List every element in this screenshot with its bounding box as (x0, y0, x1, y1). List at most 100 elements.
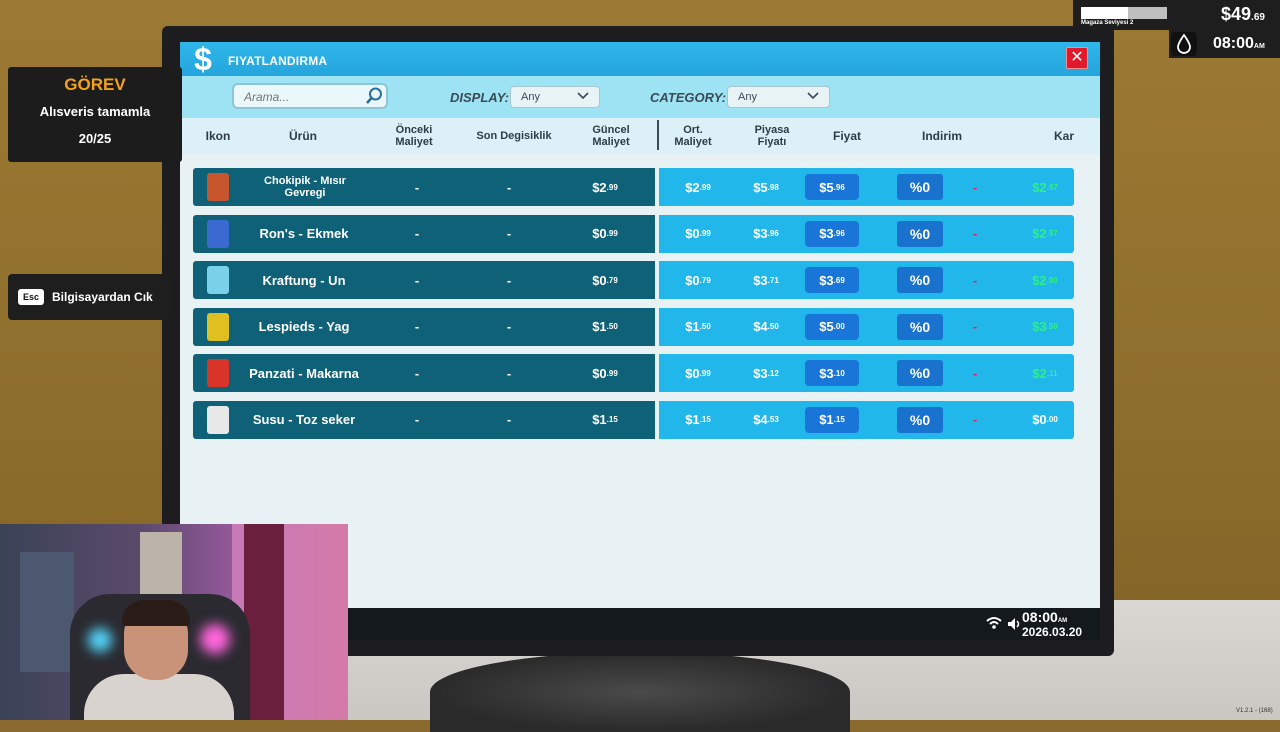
discount-amount: - (972, 226, 978, 241)
average-cost: $1.15 (673, 401, 723, 439)
taskbar-time-value: 08:00 (1022, 609, 1058, 625)
search-icon[interactable] (364, 86, 384, 106)
previous-cost: - (414, 272, 420, 288)
close-button[interactable]: ✕ (1066, 47, 1088, 69)
profit-cents: .11 (1046, 368, 1058, 378)
price-input[interactable]: $3.69 (805, 267, 859, 293)
discount-value: %0 (909, 365, 931, 381)
discount-button[interactable]: %0 (897, 360, 943, 386)
current-cost: $2.99 (577, 168, 633, 206)
chevron-down-icon (577, 92, 589, 100)
market-price-cents: .98 (767, 182, 779, 192)
price-input[interactable]: $3.96 (805, 220, 859, 247)
average-cost-dollars: $0 (685, 226, 700, 241)
discount-button[interactable]: %0 (897, 174, 943, 200)
price-input[interactable]: $1.15 (805, 406, 859, 433)
row-right-panel: $0.99 $3.96 $3.96 %0 - $2.97 (659, 214, 1074, 253)
current-cost: $0.79 (577, 261, 633, 299)
discount-button[interactable]: %0 (897, 267, 943, 293)
col-onceki-maliyet: Önceki Maliyet (380, 118, 448, 154)
table-row[interactable]: Kraftung - Un - - $0.79 $0.79 $3.71 $3.6… (193, 261, 1074, 299)
webcam-poster (140, 532, 182, 602)
table-row[interactable]: Lespieds - Yag - - $1.50 $1.50 $4.50 $5.… (193, 307, 1074, 346)
table-row[interactable]: Susu - Toz seker - - $1.15 $1.15 $4.53 $… (193, 400, 1074, 439)
col-guncel-line2: Maliyet (592, 136, 630, 148)
price-input[interactable]: $3.10 (805, 360, 859, 386)
price-cents: .69 (833, 275, 845, 285)
discount-amount: - (972, 272, 978, 288)
webcam-light-blue (88, 628, 112, 652)
price-dollars: $3 (819, 272, 834, 288)
market-price-dollars: $4 (753, 412, 768, 427)
exit-computer-button[interactable]: Esc Bilgisayardan Cık (8, 274, 174, 320)
esc-key-icon: Esc (18, 289, 44, 305)
search-box[interactable] (232, 83, 388, 109)
profit-dollars: $2 (1032, 179, 1047, 195)
product-name: Kraftung - Un (262, 272, 346, 288)
product-package-icon (207, 405, 229, 434)
discount-button[interactable]: %0 (897, 220, 943, 247)
store-status-panel: Magaza Seviyesi 2 $49.69 (1073, 0, 1280, 30)
row-right-panel: $1.50 $4.50 $5.00 %0 - $3.50 (659, 307, 1074, 346)
average-cost-cents: .15 (699, 415, 711, 424)
discount-button[interactable]: %0 (897, 406, 943, 433)
price-input[interactable]: $5.96 (805, 174, 859, 200)
current-cost-dollars: $0 (592, 365, 607, 381)
price-input[interactable]: $5.00 (805, 313, 859, 340)
product-package-icon (207, 359, 229, 387)
discount-value: %0 (909, 225, 931, 242)
table-row[interactable]: Panzati - Makarna - - $0.99 $0.99 $3.12 … (193, 354, 1074, 392)
col-ikon: Ikon (205, 129, 231, 143)
market-price-cents: .12 (767, 368, 779, 378)
current-cost-cents: .99 (606, 182, 618, 192)
discount-value: %0 (909, 318, 931, 335)
product-name: Panzati - Makarna (249, 365, 359, 381)
water-drop-icon (1171, 32, 1197, 56)
market-price: $3.96 (739, 215, 793, 253)
category-select[interactable]: Any (727, 86, 830, 108)
average-cost-dollars: $0 (685, 365, 700, 381)
previous-cost: - (414, 226, 420, 241)
dollar-icon: $ (194, 42, 212, 77)
game-clock-time: 08:00AM (1213, 35, 1265, 53)
table-row[interactable]: Ron's - Ekmek - - $0.99 $0.99 $3.96 $3.9… (193, 214, 1074, 253)
profit-dollars: $0 (1032, 412, 1047, 427)
discount-value: %0 (909, 272, 931, 288)
money-cents: .69 (1251, 12, 1265, 23)
volume-icon[interactable] (1006, 616, 1022, 632)
col-onceki-line2: Maliyet (395, 136, 433, 148)
product-name: Chokipik - Mısır Gevregi (255, 168, 355, 206)
col-son-degisiklik: Son Degisiklik (476, 130, 552, 142)
row-left-panel: Ron's - Ekmek - - $0.99 (193, 214, 655, 253)
price-value: $1.15 (805, 407, 859, 433)
money-display: $49.69 (1221, 4, 1265, 25)
taskbar-time-suffix: AM (1057, 618, 1068, 624)
price-cents: .96 (833, 229, 845, 238)
category-value: Any (738, 91, 757, 103)
window-title: FIYATLANDIRMA (228, 54, 328, 68)
version-label: V1.2.1 - (168) (1236, 708, 1273, 714)
col-urun: Ürün (289, 129, 317, 143)
wifi-icon[interactable] (986, 616, 1002, 630)
price-dollars: $3 (819, 226, 834, 241)
average-cost: $0.99 (673, 354, 723, 392)
display-label: DISPLAY: (450, 90, 509, 105)
title-bar: $ FIYATLANDIRMA ✕ (180, 42, 1100, 76)
market-price-dollars: $3 (753, 365, 768, 381)
current-cost-dollars: $1 (592, 319, 607, 334)
row-left-panel: Susu - Toz seker - - $1.15 (193, 400, 655, 439)
profit-dollars: $2 (1032, 226, 1047, 241)
previous-cost: - (414, 412, 420, 427)
last-change: - (506, 365, 512, 381)
row-left-panel: Panzati - Makarna - - $0.99 (193, 354, 655, 392)
profit: $2.11 (1019, 354, 1071, 392)
previous-cost: - (414, 179, 420, 195)
average-cost-dollars: $1 (685, 319, 700, 334)
table-row[interactable]: Chokipik - Mısır Gevregi - - $2.99 $2.99 … (193, 168, 1074, 206)
col-onceki-line1: Önceki (395, 124, 433, 136)
display-select[interactable]: Any (510, 86, 600, 108)
search-input[interactable] (244, 88, 354, 106)
market-price: $4.50 (739, 308, 793, 346)
discount-button[interactable]: %0 (897, 313, 943, 340)
previous-cost: - (414, 365, 420, 381)
